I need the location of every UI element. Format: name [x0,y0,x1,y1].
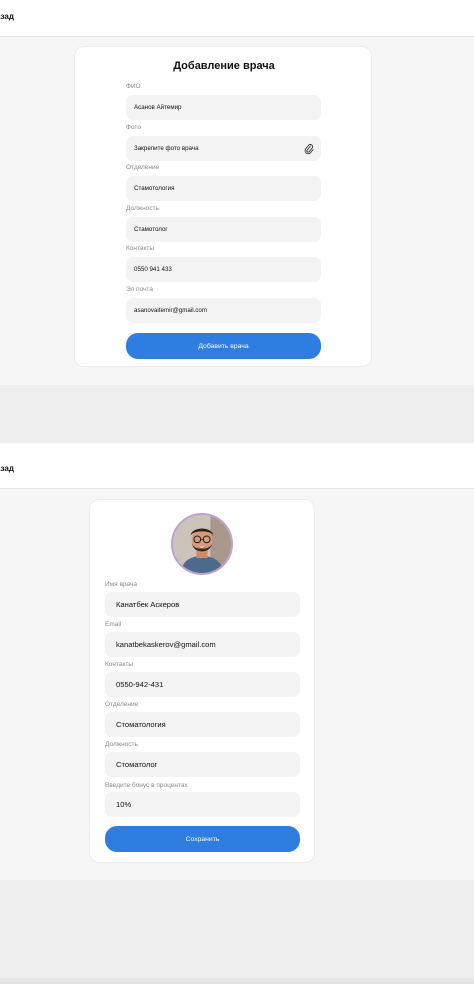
field-label-email: Эл почта [126,286,153,293]
photo-upload-input[interactable]: Закрепите фото врача [126,136,321,161]
department-input-2[interactable]: Стоматология [105,712,300,737]
page-title: Добавление врача [173,60,275,72]
contacts-input[interactable]: 0550 941 433 [126,257,321,282]
photo-upload-text: Закрепите фото врача [134,145,199,152]
save-button[interactable]: Сохранить [105,826,300,852]
add-doctor-button[interactable]: Добавить врача [126,333,321,359]
bonus-input[interactable]: 10% [105,792,300,817]
email-input[interactable]: asanovaitemir@gmail.com [126,298,321,323]
section-divider [0,385,474,443]
email-input-2[interactable]: kanatbekaskerov@gmail.com [105,632,300,657]
top-bar: азад [0,0,474,37]
field-label-department-2: Отделение [105,701,139,708]
department-input[interactable]: Стамотология [126,176,321,201]
field-label-doctor-name: Имя врача [105,581,138,588]
position-input[interactable]: Стамотолог [126,217,321,242]
position-input-2[interactable]: Стоматолог [105,752,300,777]
bottom-area [0,880,474,978]
doctor-name-input[interactable]: Канатбек Аскеров [105,592,300,617]
field-label-position-2: Должность [105,741,138,748]
bottom-divider [0,978,474,984]
field-label-contacts-2: Контакты [105,661,134,668]
doctor-avatar [171,513,233,575]
field-label-photo: Фото [126,124,141,131]
field-label-fio: ФИО [126,83,141,90]
fio-input[interactable]: Асанов Айтемир [126,95,321,120]
top-bar-2: азад [0,443,474,489]
field-label-department: Отделение [126,164,160,171]
field-label-bonus: Введите бонус в процентах [105,782,188,789]
edit-doctor-card: Имя врача Канатбек Аскеров Email kanatbe… [89,499,315,863]
paperclip-icon[interactable] [304,143,314,155]
contacts-input-2[interactable]: 0550-942-431 [105,672,300,697]
field-label-contacts: Контакты [126,245,155,252]
field-label-email-2: Email [105,621,122,628]
field-label-position: Должность [126,205,159,212]
add-doctor-card: Добавление врача ФИО Асанов Айтемир Фото… [74,46,372,367]
back-link[interactable]: азад [0,12,14,21]
back-link-2[interactable]: азад [0,464,14,473]
